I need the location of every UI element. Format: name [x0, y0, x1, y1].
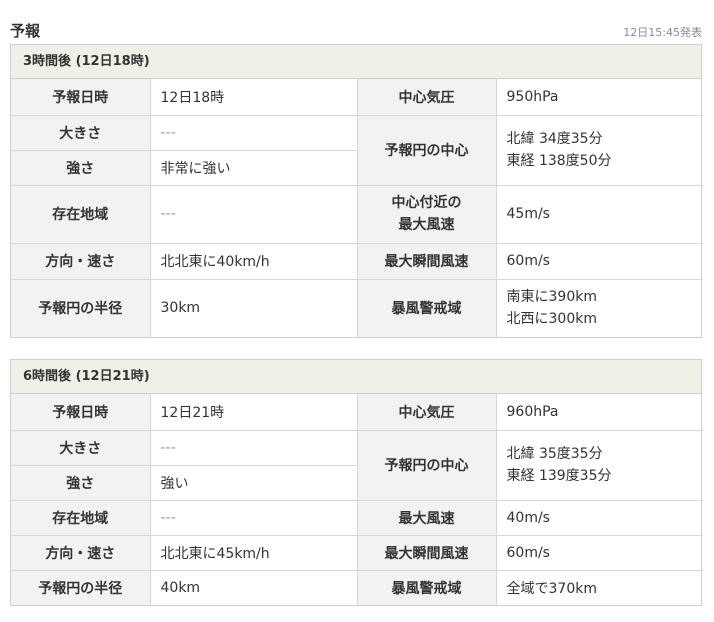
forecast-time-value: 12日18時 [149, 79, 358, 116]
table-row: 予報円の半径 30km 暴風警戒域 南東に390km 北西に300km [11, 278, 703, 337]
location-value: --- [149, 499, 358, 536]
central-pressure-value: 960hPa [495, 394, 703, 431]
location-label: 存在地域 [11, 184, 151, 244]
table-row: 方向・速さ 北北東に45km/h 最大瞬間風速 60m/s [11, 534, 703, 571]
section-header: 予報 12日15:45発表 [10, 18, 702, 44]
central-pressure-label: 中心気圧 [356, 79, 497, 116]
forecast-block-title: 3時間後 (12日18時) [11, 45, 701, 79]
direction-speed-label: 方向・速さ [11, 242, 151, 280]
storm-area-label: 暴風警戒域 [356, 569, 497, 605]
radius-value: 30km [149, 278, 358, 337]
table-row: 存在地域 --- 中心付近の 最大風速 45m/s [11, 184, 703, 244]
size-value: --- [149, 429, 358, 466]
location-label: 存在地域 [11, 499, 151, 536]
table-row: 大きさ --- 予報円の中心 北緯 35度35分 東経 139度35分 [11, 429, 703, 501]
size-value: --- [149, 114, 358, 151]
table-row: 予報日時 12日21時 中心気圧 960hPa [11, 394, 703, 431]
strength-value: 強い [149, 464, 357, 501]
strength-label: 強さ [11, 149, 151, 186]
storm-area-label: 暴風警戒域 [356, 278, 497, 337]
central-pressure-value: 950hPa [495, 79, 703, 116]
table-row: 大きさ --- 予報円の中心 北緯 34度35分 東経 138度50分 [11, 114, 703, 186]
storm-area-value: 南東に390km 北西に300km [495, 278, 703, 337]
center-longitude: 東経 138度50分 [506, 153, 612, 169]
issued-time: 12日15:45発表 [623, 26, 702, 39]
direction-speed-value: 北北東に45km/h [149, 534, 358, 571]
center-latitude: 北緯 34度35分 [506, 131, 603, 147]
radius-value: 40km [149, 569, 358, 605]
center-latitude: 北緯 35度35分 [506, 446, 603, 462]
max-wind-label-line2: 最大風速 [398, 217, 455, 233]
max-gust-label: 最大瞬間風速 [356, 242, 497, 280]
circle-center-value: 北緯 34度35分 東経 138度50分 [495, 114, 703, 186]
table-row: 予報円の半径 40km 暴風警戒域 全域で370km [11, 569, 703, 605]
location-value: --- [149, 184, 358, 244]
forecast-block-title: 6時間後 (12日21時) [11, 360, 701, 394]
circle-center-label: 予報円の中心 [356, 114, 497, 186]
direction-speed-value: 北北東に40km/h [149, 242, 358, 280]
storm-area-value: 全域で370km [495, 569, 703, 605]
radius-label: 予報円の半径 [11, 569, 151, 605]
table-row: 存在地域 --- 最大風速 40m/s [11, 499, 703, 536]
central-pressure-label: 中心気圧 [356, 394, 497, 431]
storm-area-line2: 北西に300km [506, 311, 597, 328]
forecast-block-6h: 6時間後 (12日21時) 予報日時 12日21時 中心気圧 960hPa 大き… [10, 359, 703, 606]
forecast-table: 予報日時 12日21時 中心気圧 960hPa 大きさ --- 予報円の中心 北… [11, 394, 703, 605]
radius-label: 予報円の半径 [11, 278, 151, 337]
strength-value: 非常に強い [149, 149, 357, 186]
direction-speed-label: 方向・速さ [11, 534, 151, 571]
storm-area-line1: 南東に390km [506, 289, 597, 306]
section-title: 予報 [10, 22, 41, 40]
forecast-time-value: 12日21時 [149, 394, 358, 431]
strength-label: 強さ [11, 464, 151, 501]
size-label: 大きさ [11, 429, 151, 466]
size-label: 大きさ [11, 114, 151, 151]
max-gust-label: 最大瞬間風速 [356, 534, 497, 571]
max-wind-value: 40m/s [495, 499, 703, 536]
max-wind-value: 45m/s [495, 184, 703, 244]
circle-center-label: 予報円の中心 [356, 429, 497, 501]
table-row: 方向・速さ 北北東に40km/h 最大瞬間風速 60m/s [11, 242, 703, 280]
max-wind-label: 最大風速 [356, 499, 497, 536]
center-longitude: 東経 139度35分 [506, 468, 612, 484]
forecast-table: 予報日時 12日18時 中心気圧 950hPa 大きさ --- 予報円の中心 北… [11, 79, 703, 337]
forecast-time-label: 予報日時 [11, 79, 151, 116]
circle-center-value: 北緯 35度35分 東経 139度35分 [495, 429, 703, 501]
max-wind-near-center-label: 中心付近の 最大風速 [356, 184, 497, 244]
max-gust-value: 60m/s [495, 242, 703, 280]
table-row: 予報日時 12日18時 中心気圧 950hPa [11, 79, 703, 116]
max-wind-label-line1: 中心付近の [391, 195, 462, 211]
forecast-block-3h: 3時間後 (12日18時) 予報日時 12日18時 中心気圧 950hPa 大き… [10, 44, 703, 338]
max-gust-value: 60m/s [495, 534, 703, 571]
forecast-time-label: 予報日時 [11, 394, 151, 431]
